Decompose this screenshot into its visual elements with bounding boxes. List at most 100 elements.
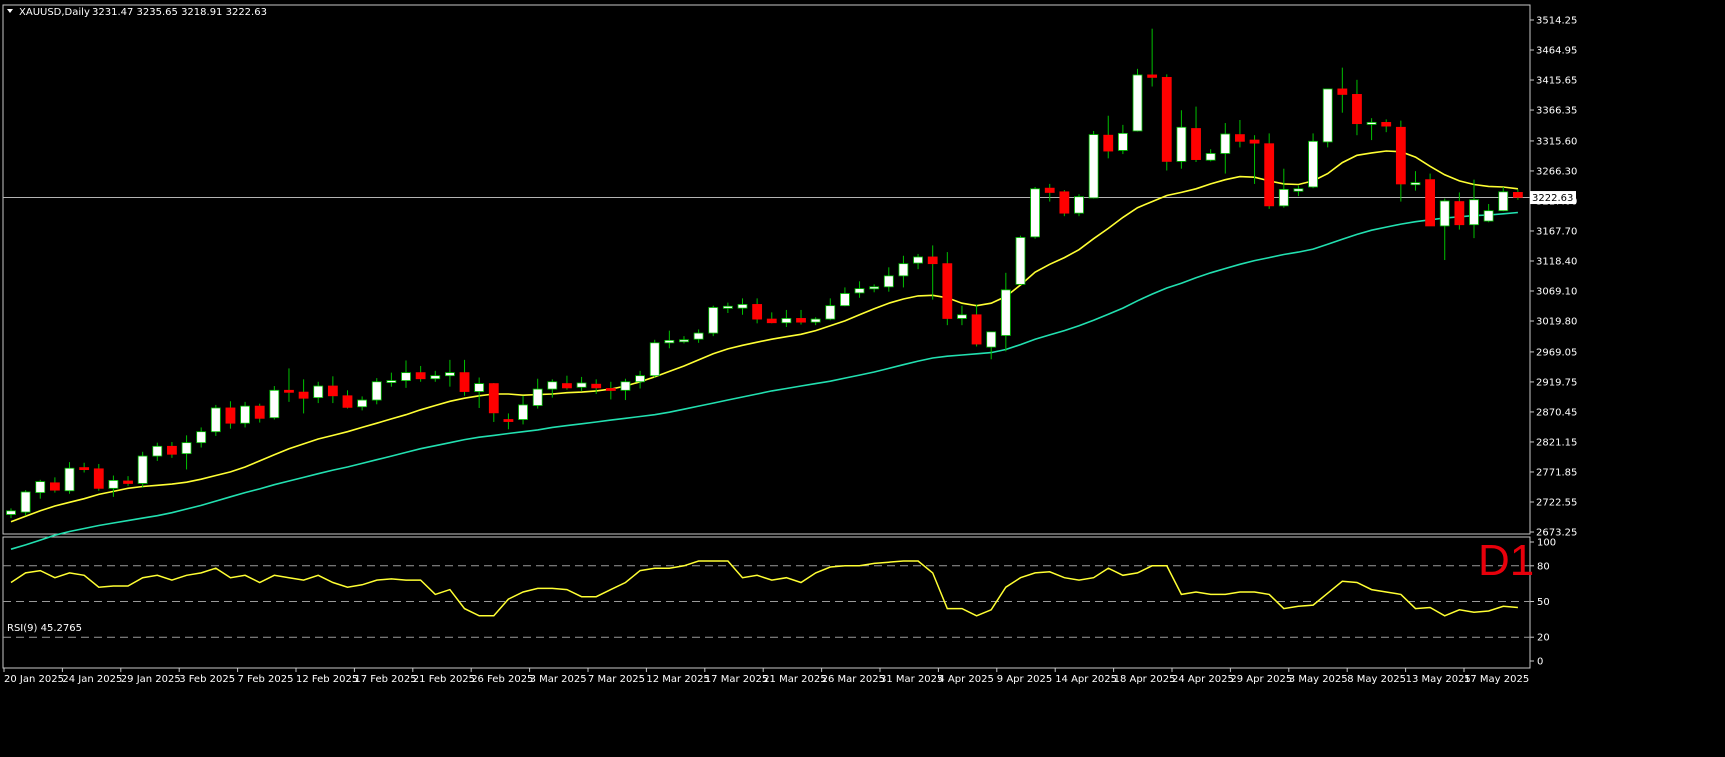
bull-candle-body (620, 381, 631, 391)
time-tick-label: 12 Feb 2025 (296, 674, 358, 685)
bull-candle-body (1308, 140, 1318, 188)
bull-candle-body (137, 455, 148, 484)
bull-candle-body (1469, 199, 1479, 226)
time-tick-label: 24 Apr 2025 (1172, 674, 1234, 685)
time-tick-label: 21 Mar 2025 (763, 674, 826, 685)
bear-candle-body (342, 395, 353, 408)
bear-candle-body (225, 407, 236, 424)
time-tick-label: 26 Mar 2025 (822, 674, 885, 685)
rsi-tick-label: 100 (1537, 538, 1556, 549)
bull-candle-body (64, 467, 75, 492)
time-tick-label: 26 Feb 2025 (471, 674, 533, 685)
price-tick-label: 3167.70 (1536, 226, 1577, 237)
bull-candle-body (1410, 182, 1421, 186)
trading-chart[interactable]: 3514.25 3464.95 3415.65 3366.35 3315.60 3266.… (0, 0, 1725, 757)
candle (1030, 186, 1040, 239)
bear-candle-body (254, 405, 265, 419)
bear-candle-body (49, 482, 60, 491)
bull-candle-body (664, 339, 675, 344)
bull-candle-body (240, 405, 250, 424)
bull-candle-body (152, 445, 163, 457)
bear-candle-body (752, 304, 763, 320)
bear-candle-body (298, 391, 309, 399)
bull-candle-body (518, 404, 528, 420)
bear-candle-body (1044, 187, 1055, 193)
bear-candle-body (942, 263, 953, 319)
price-tick-label: 3266.30 (1536, 166, 1577, 177)
price-tick-label: 3415.65 (1536, 76, 1577, 87)
bear-candle-body (605, 388, 616, 391)
bear-candle-body (459, 372, 470, 392)
bear-candle-body (415, 372, 426, 380)
bull-candle-body (532, 388, 543, 406)
bull-candle-body (1293, 188, 1304, 192)
bear-candle-body (591, 383, 602, 389)
time-tick-label: 3 Mar 2025 (530, 674, 587, 685)
bull-candle-body (1176, 126, 1187, 162)
bear-candle-body (1337, 88, 1348, 95)
price-tick-label: 2771.85 (1536, 467, 1577, 478)
time-tick-label: 17 May 2025 (1464, 674, 1529, 685)
price-tick-label: 3019.80 (1536, 317, 1577, 328)
bull-candle-body (957, 314, 967, 319)
time-tick-label: 9 Apr 2025 (997, 674, 1052, 685)
bull-candle-body (693, 332, 704, 340)
bull-candle-body (1498, 191, 1509, 212)
bear-candle-body (1512, 192, 1523, 198)
bear-candle-body (1381, 122, 1392, 127)
bull-candle-body (386, 380, 397, 383)
bull-candle-body (854, 288, 865, 294)
bear-candle-body (1352, 94, 1362, 125)
bull-candle-body (108, 480, 119, 489)
candle (708, 305, 719, 337)
bull-candle-body (474, 383, 485, 392)
price-tick-label: 2969.05 (1536, 347, 1577, 358)
time-tick-label: 4 Apr 2025 (938, 674, 993, 685)
candle (1308, 133, 1318, 189)
bull-candle-body (679, 339, 689, 343)
bull-candle-body (810, 318, 821, 323)
bull-candle-body (210, 407, 221, 433)
candle (1425, 173, 1436, 227)
bull-candle-body (1015, 237, 1026, 285)
bull-candle-body (35, 481, 46, 493)
bear-candle-body (123, 480, 133, 484)
bear-candle-body (927, 256, 938, 265)
candle (1264, 133, 1275, 209)
candle (1132, 68, 1143, 132)
time-tick-label: 17 Feb 2025 (354, 674, 416, 685)
bear-candle-body (796, 318, 806, 323)
time-tick-label: 24 Jan 2025 (62, 674, 122, 685)
bull-candle-body (547, 381, 558, 390)
bull-candle-body (1117, 132, 1128, 151)
bear-candle-body (766, 318, 777, 324)
bull-candle-body (1074, 196, 1084, 214)
bull-candle-body (1030, 188, 1040, 238)
time-tick-label: 31 Mar 2025 (880, 674, 943, 685)
bull-candle-body (357, 399, 368, 408)
bull-candle-body (708, 307, 719, 334)
bear-candle-body (93, 468, 104, 489)
rsi-tick-label: 0 (1537, 657, 1543, 668)
time-tick-label: 8 May 2025 (1347, 674, 1406, 685)
time-tick-label: 3 Feb 2025 (179, 674, 235, 685)
time-tick-label: 20 Jan 2025 (4, 674, 64, 685)
candle (371, 378, 382, 405)
bear-candle-body (284, 389, 294, 393)
bull-candle-body (1132, 74, 1143, 132)
bull-candle-body (1322, 88, 1333, 143)
time-tick-label: 29 Jan 2025 (121, 674, 181, 685)
bull-candle-body (313, 385, 324, 399)
bear-candle-body (1191, 128, 1201, 160)
price-tick-label: 3514.25 (1536, 16, 1577, 27)
bull-candle-body (1220, 133, 1231, 154)
bear-candle-body (1395, 126, 1406, 185)
time-tick-label: 7 Feb 2025 (238, 674, 294, 685)
price-tick-label: 2919.75 (1536, 377, 1577, 388)
candle (1322, 88, 1333, 148)
candle (1015, 235, 1026, 285)
candle (1088, 130, 1099, 199)
bull-candle-body (444, 372, 455, 377)
bear-candle-body (1059, 191, 1070, 214)
bear-candle-body (1161, 76, 1172, 162)
